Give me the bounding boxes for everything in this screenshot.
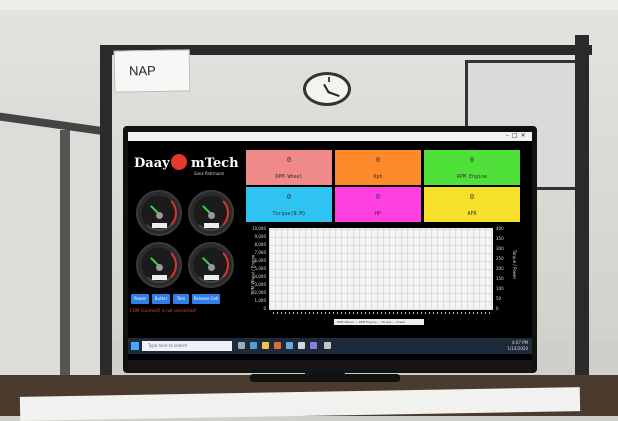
chart-y-tick-label: 8,000 <box>254 242 266 247</box>
gear-logo-icon <box>171 154 187 170</box>
clock-tick <box>328 77 330 82</box>
chart-y-tick-label: 4,000 <box>254 274 266 279</box>
monitor-stand-base <box>250 374 400 382</box>
partition-post <box>60 130 70 380</box>
chart-y-axis-label: RPM Wheel / Engine <box>250 254 256 295</box>
chart-y-tick-label: 100 <box>496 286 504 291</box>
tile-label: RPM Wheel <box>275 174 303 180</box>
tile-value: 0 <box>469 193 475 201</box>
logo-text-left: Daay <box>134 156 170 171</box>
metal-frame-right <box>575 35 589 375</box>
tile-value: 0 <box>286 193 292 201</box>
gauge-rpm-wheel <box>136 190 182 236</box>
tile-kph: 0 Kph <box>335 150 421 185</box>
tile-rpm-engine: 0 RPM Engine <box>424 150 520 185</box>
gauge-kph <box>188 190 234 236</box>
edge-browser-icon[interactable] <box>250 342 257 349</box>
system-tray[interactable]: 4:07 PM 1/14/2020 <box>458 340 528 352</box>
gauge-hub <box>156 264 163 271</box>
chart-y-tick-label: 150 <box>496 276 504 281</box>
chart-y-tick-label: 200 <box>496 266 504 271</box>
dyno-chart-plot-area <box>269 228 493 310</box>
logo-subtitle: Sanz Patrmann <box>194 171 225 176</box>
tile-value: 0 <box>375 193 381 201</box>
tile-value: 0 <box>469 156 475 164</box>
chart-y-tick-label: 9,000 <box>254 234 266 239</box>
tile-hp: 0 HP <box>335 187 421 222</box>
file-explorer-icon[interactable] <box>262 342 269 349</box>
release-cell-button[interactable]: Release Cell <box>192 294 220 304</box>
chart-y-tick-label: 350 <box>496 236 504 241</box>
sign-text: NAP <box>128 62 156 79</box>
chart-y-tick-label: 7,000 <box>254 250 266 255</box>
tile-label: Torque(N.M) <box>272 211 306 217</box>
connection-status: COM [Connect] is not connected! <box>130 308 197 313</box>
chart-y-tick-label: 250 <box>496 256 504 261</box>
chrome-icon[interactable] <box>274 342 281 349</box>
app-taskbar-icon[interactable] <box>310 342 317 349</box>
metal-frame-left <box>100 45 112 375</box>
mail-icon[interactable] <box>298 342 305 349</box>
power-button[interactable]: Power <box>131 294 149 304</box>
tile-label: AFR <box>467 211 477 217</box>
chart-y-tick-label: 400 <box>496 226 504 231</box>
gauge-hub <box>208 264 215 271</box>
chart-y-tick-label: 10,000 <box>252 226 266 231</box>
tare-button[interactable]: Tare <box>173 294 189 304</box>
chart-y-tick-label: 300 <box>496 246 504 251</box>
tile-torque: 0 Torque(N.M) <box>246 187 332 222</box>
task-view-icon[interactable] <box>238 342 245 349</box>
chart-y-tick-label: 3,000 <box>254 282 266 287</box>
app-logo: Daay mTech Sanz Patrmann <box>134 154 252 176</box>
tile-label: RPM Engine <box>456 174 488 180</box>
chart-y-tick-label: 50 <box>496 296 502 301</box>
chart-legend: RPM Wheel — RPM Engine — Torque — Power <box>334 319 424 325</box>
chart-y-tick-label: 5,000 <box>254 266 266 271</box>
chart-y-axis-label-right: Torque / Power <box>512 249 518 280</box>
chart-y-tick-label: 6,000 <box>254 258 266 263</box>
dyno-app-taskbar-icon[interactable] <box>324 342 331 349</box>
gauge-hub <box>208 212 215 219</box>
gauge-readout <box>152 223 167 228</box>
tile-rpm-wheel: 0 RPM Wheel <box>246 150 332 185</box>
store-icon[interactable] <box>286 342 293 349</box>
gauge-rpm-engine <box>188 242 234 288</box>
paper-sign: NAP <box>113 49 191 93</box>
gauge-hub <box>156 212 163 219</box>
chart-y-tick-label: 0 <box>496 306 499 311</box>
chart-y-tick-label: 0 <box>263 306 266 311</box>
chart-y-tick-label: 1,000 <box>254 298 266 303</box>
monitor-chin <box>128 360 532 372</box>
logo-text-right: mTech <box>191 156 239 171</box>
tile-value: 0 <box>286 156 292 164</box>
monitor-screen: –□✕ Daay mTech Sanz Patrmann Power Butte… <box>128 132 532 360</box>
windows-taskbar: Type here to search 4:07 PM 1/14/2020 <box>128 338 532 354</box>
glass-partition-left <box>0 110 110 380</box>
ceiling-edge <box>0 0 618 10</box>
gauge-readout <box>204 275 219 280</box>
tile-value: 0 <box>375 156 381 164</box>
gauge-torque <box>136 242 182 288</box>
butter-button[interactable]: Butter <box>152 294 170 304</box>
chart-y-tick-label: 2,000 <box>254 290 266 295</box>
clock-minute-hand <box>327 91 340 98</box>
tile-afr: 0 AFR <box>424 187 520 222</box>
window-controls[interactable]: –□✕ <box>506 132 532 141</box>
gauge-readout <box>204 223 219 228</box>
tile-label: HP <box>374 211 382 217</box>
windows-start-icon[interactable] <box>131 342 139 350</box>
tile-label: Kph <box>373 174 383 180</box>
window-title-bar[interactable] <box>128 132 532 141</box>
chart-x-axis <box>273 312 493 314</box>
wall-clock <box>303 72 351 106</box>
taskbar-clock-date: 1/14/2020 <box>507 346 528 351</box>
taskbar-search-input[interactable]: Type here to search <box>142 341 232 351</box>
gauge-readout <box>152 275 167 280</box>
